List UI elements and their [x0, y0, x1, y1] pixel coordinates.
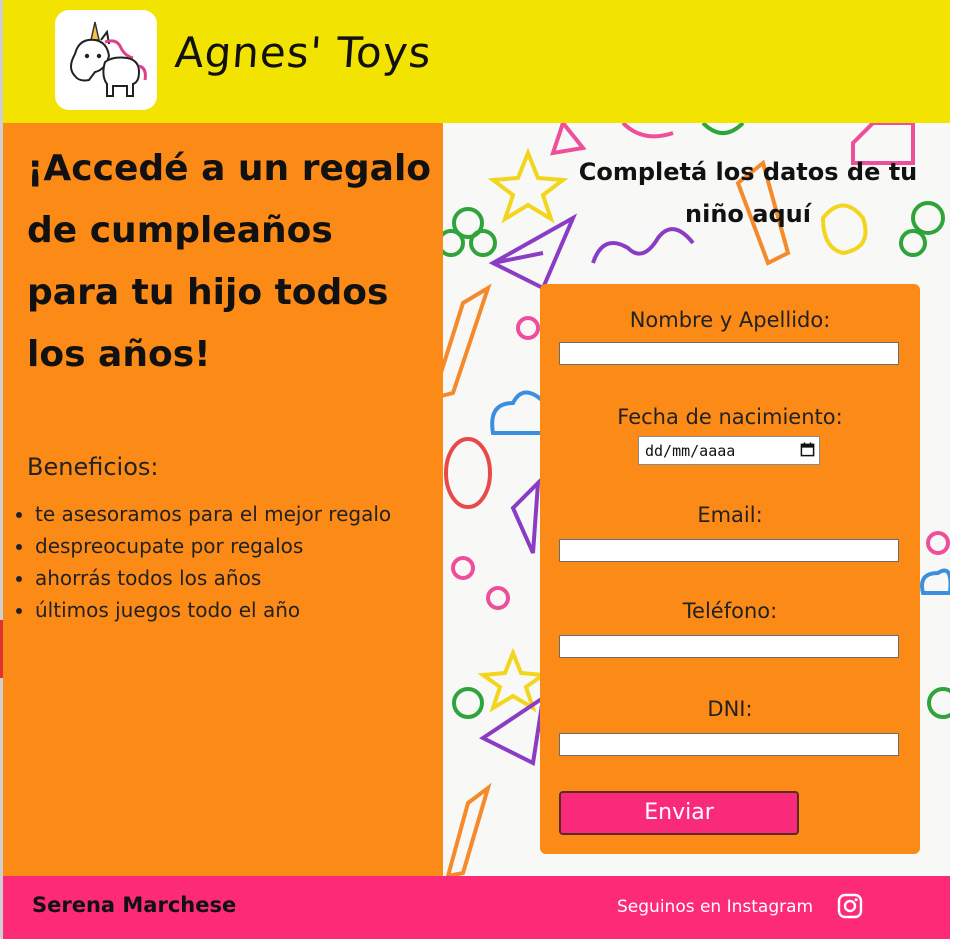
unicorn-icon: [70, 21, 147, 97]
registration-form: Nombre y Apellido: Fecha de nacimiento: …: [540, 284, 920, 854]
birthdate-label: Fecha de nacimiento:: [617, 405, 843, 429]
birthdate-placeholder: dd/mm/aaaa: [645, 442, 736, 460]
instagram-icon[interactable]: [837, 893, 863, 919]
logo[interactable]: [55, 10, 157, 110]
email-field[interactable]: [559, 539, 899, 562]
list-item: te asesoramos para el mejor regalo: [35, 498, 391, 530]
dni-label: DNI:: [707, 697, 753, 721]
dni-field[interactable]: [559, 733, 899, 756]
promo-panel: ¡Accedé a un regalo de cumpleaños para t…: [3, 123, 443, 876]
birthdate-field[interactable]: dd/mm/aaaa: [638, 436, 820, 465]
list-item: despreocupate por regalos: [35, 530, 391, 562]
phone-field[interactable]: [559, 635, 899, 658]
name-field[interactable]: [559, 342, 899, 365]
name-label: Nombre y Apellido:: [629, 308, 831, 332]
calendar-icon[interactable]: [800, 442, 815, 457]
site-header: Agnes' Toys: [3, 0, 950, 123]
phone-label: Teléfono:: [682, 599, 778, 623]
author-name: Serena Marchese: [32, 893, 237, 917]
page-title: ¡Accedé a un regalo de cumpleaños para t…: [27, 148, 432, 375]
instagram-link[interactable]: Seguinos en Instagram: [617, 897, 813, 917]
benefits-list: te asesoramos para el mejor regalo despr…: [3, 498, 391, 626]
brand-name[interactable]: Agnes' Toys: [173, 28, 433, 77]
list-item: ahorrás todos los años: [35, 562, 391, 594]
list-item: últimos juegos todo el año: [35, 594, 391, 626]
benefits-heading: Beneficios:: [27, 453, 159, 481]
form-title: Completá los datos de tu niño aquí: [578, 158, 918, 228]
site-footer: Serena Marchese Seguinos en Instagram: [3, 876, 950, 939]
email-label: Email:: [697, 503, 763, 527]
submit-button[interactable]: Enviar: [559, 791, 799, 835]
form-section: Completá los datos de tu niño aquí Nombr…: [443, 123, 950, 876]
